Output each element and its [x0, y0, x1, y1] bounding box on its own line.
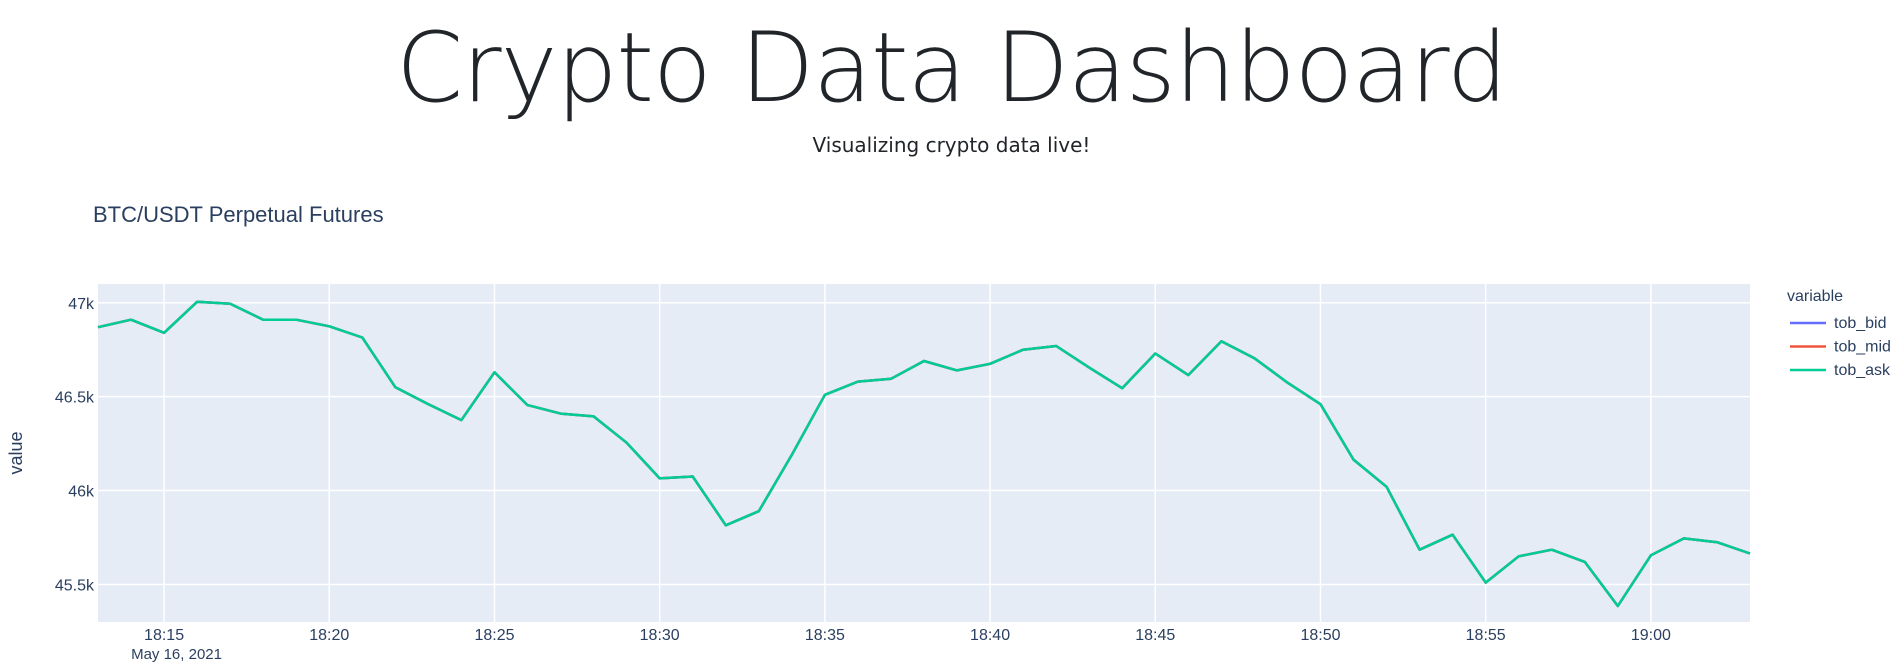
x-tick-label: 18:50 [1300, 627, 1340, 644]
x-tick-label: 18:40 [970, 627, 1010, 644]
x-tick-label: 18:25 [474, 627, 514, 644]
y-tick-label: 47k [68, 296, 95, 313]
y-tick-label: 45.5k [55, 577, 95, 594]
y-tick-label: 46k [68, 484, 95, 501]
x-tick-label: 18:55 [1466, 627, 1506, 644]
y-tick-label: 46.5k [55, 390, 95, 407]
x-tick-label: 18:35 [805, 627, 845, 644]
legend-item-tob_ask[interactable]: tob_ask [1834, 362, 1891, 379]
x-tick-label: 19:00 [1631, 627, 1671, 644]
chart-svg[interactable]: BTC/USDT Perpetual Futures 45.5k 46k 46.5k… [0, 180, 1903, 662]
legend[interactable]: variable tob_bid tob_mid tob_ask [1787, 288, 1891, 379]
plot-area[interactable] [98, 284, 1750, 622]
legend-title: variable [1787, 288, 1843, 305]
x-tick-label: 18:20 [309, 627, 349, 644]
line-chart[interactable]: BTC/USDT Perpetual Futures 45.5k 46k 46.5k… [0, 180, 1903, 662]
legend-item-tob_bid[interactable]: tob_bid [1834, 315, 1887, 332]
x-tick-label: 18:30 [640, 627, 680, 644]
page-title: Crypto Data Dashboard [396, 12, 1508, 124]
chart-title: BTC/USDT Perpetual Futures [93, 202, 384, 227]
x-tick-label: 18:15 [144, 627, 184, 644]
x-tick-label: 18:45 [1135, 627, 1175, 644]
x-axis-date-label: May 16, 2021 [131, 646, 222, 662]
page-subtitle: Visualizing crypto data live! [812, 133, 1091, 157]
y-axis-title: value [6, 431, 26, 474]
legend-item-tob_mid[interactable]: tob_mid [1834, 339, 1891, 356]
